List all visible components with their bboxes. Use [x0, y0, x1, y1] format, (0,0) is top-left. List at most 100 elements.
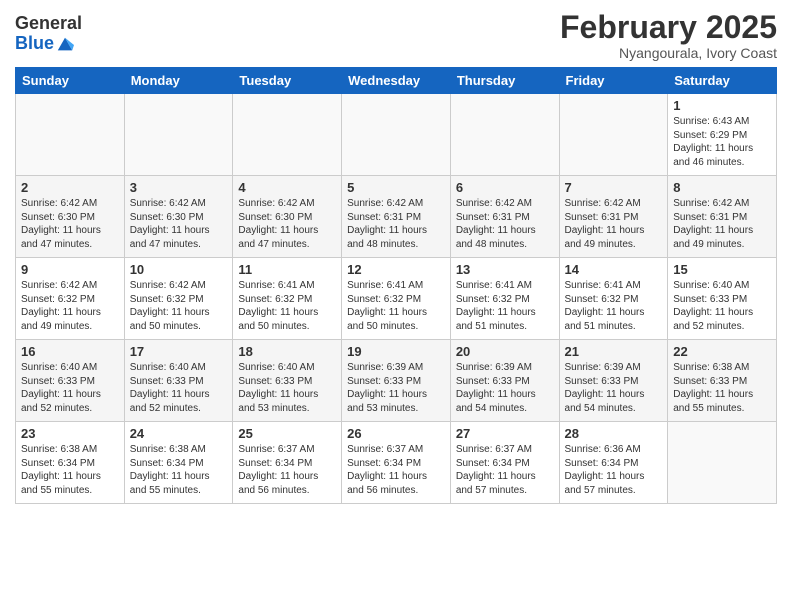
calendar-cell: 23 Sunrise: 6:38 AM Sunset: 6:34 PM Dayli…	[16, 422, 125, 504]
cell-info: Sunrise: 6:37 AM Sunset: 6:34 PM Dayligh…	[347, 443, 445, 497]
day-header-tuesday: Tuesday	[233, 68, 342, 94]
cell-info: Sunrise: 6:42 AM Sunset: 6:31 PM Dayligh…	[565, 197, 663, 251]
calendar-cell: 11 Sunrise: 6:41 AM Sunset: 6:32 PM Dayli…	[233, 258, 342, 340]
day-number: 2	[21, 180, 119, 195]
day-number: 17	[130, 344, 228, 359]
day-number: 3	[130, 180, 228, 195]
calendar-cell: 25 Sunrise: 6:37 AM Sunset: 6:34 PM Dayli…	[233, 422, 342, 504]
calendar-cell	[233, 94, 342, 176]
calendar-cell: 28 Sunrise: 6:36 AM Sunset: 6:34 PM Dayli…	[559, 422, 668, 504]
day-number: 24	[130, 426, 228, 441]
cell-info: Sunrise: 6:42 AM Sunset: 6:30 PM Dayligh…	[130, 197, 228, 251]
day-number: 5	[347, 180, 445, 195]
logo-blue-text: Blue	[15, 34, 54, 54]
day-number: 7	[565, 180, 663, 195]
day-number: 26	[347, 426, 445, 441]
calendar-cell: 2 Sunrise: 6:42 AM Sunset: 6:30 PM Daylig…	[16, 176, 125, 258]
logo-icon	[56, 36, 74, 54]
day-number: 15	[673, 262, 771, 277]
calendar-week-row: 9 Sunrise: 6:42 AM Sunset: 6:32 PM Daylig…	[16, 258, 777, 340]
calendar-cell	[668, 422, 777, 504]
day-header-friday: Friday	[559, 68, 668, 94]
calendar-cell: 24 Sunrise: 6:38 AM Sunset: 6:34 PM Dayli…	[124, 422, 233, 504]
cell-info: Sunrise: 6:41 AM Sunset: 6:32 PM Dayligh…	[456, 279, 554, 333]
cell-info: Sunrise: 6:40 AM Sunset: 6:33 PM Dayligh…	[673, 279, 771, 333]
cell-info: Sunrise: 6:40 AM Sunset: 6:33 PM Dayligh…	[21, 361, 119, 415]
day-number: 6	[456, 180, 554, 195]
cell-info: Sunrise: 6:43 AM Sunset: 6:29 PM Dayligh…	[673, 115, 771, 169]
calendar-header-row: SundayMondayTuesdayWednesdayThursdayFrid…	[16, 68, 777, 94]
day-header-thursday: Thursday	[450, 68, 559, 94]
calendar-cell: 9 Sunrise: 6:42 AM Sunset: 6:32 PM Daylig…	[16, 258, 125, 340]
day-number: 20	[456, 344, 554, 359]
day-number: 9	[21, 262, 119, 277]
cell-info: Sunrise: 6:36 AM Sunset: 6:34 PM Dayligh…	[565, 443, 663, 497]
calendar-cell: 16 Sunrise: 6:40 AM Sunset: 6:33 PM Dayli…	[16, 340, 125, 422]
day-number: 23	[21, 426, 119, 441]
day-number: 25	[238, 426, 336, 441]
day-number: 16	[21, 344, 119, 359]
calendar-cell: 3 Sunrise: 6:42 AM Sunset: 6:30 PM Daylig…	[124, 176, 233, 258]
cell-info: Sunrise: 6:39 AM Sunset: 6:33 PM Dayligh…	[456, 361, 554, 415]
calendar-cell: 7 Sunrise: 6:42 AM Sunset: 6:31 PM Daylig…	[559, 176, 668, 258]
calendar-cell: 22 Sunrise: 6:38 AM Sunset: 6:33 PM Dayli…	[668, 340, 777, 422]
day-header-wednesday: Wednesday	[342, 68, 451, 94]
calendar-cell: 26 Sunrise: 6:37 AM Sunset: 6:34 PM Dayli…	[342, 422, 451, 504]
cell-info: Sunrise: 6:42 AM Sunset: 6:30 PM Dayligh…	[238, 197, 336, 251]
calendar-cell: 12 Sunrise: 6:41 AM Sunset: 6:32 PM Dayli…	[342, 258, 451, 340]
day-number: 22	[673, 344, 771, 359]
cell-info: Sunrise: 6:39 AM Sunset: 6:33 PM Dayligh…	[565, 361, 663, 415]
day-number: 18	[238, 344, 336, 359]
calendar-cell: 5Sunrise: 6:42 AM Sunset: 6:31 PM Daylig…	[342, 176, 451, 258]
calendar-cell: 17 Sunrise: 6:40 AM Sunset: 6:33 PM Dayli…	[124, 340, 233, 422]
title-block: February 2025 Nyangourala, Ivory Coast	[560, 10, 777, 61]
day-header-sunday: Sunday	[16, 68, 125, 94]
day-number: 8	[673, 180, 771, 195]
day-number: 19	[347, 344, 445, 359]
day-number: 27	[456, 426, 554, 441]
day-header-saturday: Saturday	[668, 68, 777, 94]
calendar-cell: 15 Sunrise: 6:40 AM Sunset: 6:33 PM Dayli…	[668, 258, 777, 340]
calendar-week-row: 16 Sunrise: 6:40 AM Sunset: 6:33 PM Dayli…	[16, 340, 777, 422]
day-number: 4	[238, 180, 336, 195]
cell-info: Sunrise: 6:41 AM Sunset: 6:32 PM Dayligh…	[347, 279, 445, 333]
cell-info: Sunrise: 6:40 AM Sunset: 6:33 PM Dayligh…	[130, 361, 228, 415]
cell-info: Sunrise: 6:37 AM Sunset: 6:34 PM Dayligh…	[238, 443, 336, 497]
day-number: 11	[238, 262, 336, 277]
day-number: 21	[565, 344, 663, 359]
calendar-week-row: 23 Sunrise: 6:38 AM Sunset: 6:34 PM Dayli…	[16, 422, 777, 504]
calendar-cell: 1 Sunrise: 6:43 AM Sunset: 6:29 PM Daylig…	[668, 94, 777, 176]
calendar-cell	[16, 94, 125, 176]
calendar-cell: 6Sunrise: 6:42 AM Sunset: 6:31 PM Daylig…	[450, 176, 559, 258]
calendar-cell: 14 Sunrise: 6:41 AM Sunset: 6:32 PM Dayli…	[559, 258, 668, 340]
header: General Blue February 2025 Nyangourala, …	[15, 10, 777, 61]
cell-info: Sunrise: 6:42 AM Sunset: 6:30 PM Dayligh…	[21, 197, 119, 251]
calendar-week-row: 2 Sunrise: 6:42 AM Sunset: 6:30 PM Daylig…	[16, 176, 777, 258]
calendar-cell: 10Sunrise: 6:42 AM Sunset: 6:32 PM Dayli…	[124, 258, 233, 340]
calendar-cell: 19 Sunrise: 6:39 AM Sunset: 6:33 PM Dayli…	[342, 340, 451, 422]
cell-info: Sunrise: 6:41 AM Sunset: 6:32 PM Dayligh…	[565, 279, 663, 333]
subtitle: Nyangourala, Ivory Coast	[560, 45, 777, 61]
cell-info: Sunrise: 6:42 AM Sunset: 6:32 PM Dayligh…	[21, 279, 119, 333]
calendar-week-row: 1 Sunrise: 6:43 AM Sunset: 6:29 PM Daylig…	[16, 94, 777, 176]
day-number: 28	[565, 426, 663, 441]
day-number: 1	[673, 98, 771, 113]
calendar-cell	[450, 94, 559, 176]
cell-info: Sunrise: 6:39 AM Sunset: 6:33 PM Dayligh…	[347, 361, 445, 415]
cell-info: Sunrise: 6:38 AM Sunset: 6:34 PM Dayligh…	[21, 443, 119, 497]
cell-info: Sunrise: 6:42 AM Sunset: 6:32 PM Dayligh…	[130, 279, 228, 333]
calendar-cell: 18Sunrise: 6:40 AM Sunset: 6:33 PM Dayli…	[233, 340, 342, 422]
cell-info: Sunrise: 6:38 AM Sunset: 6:33 PM Dayligh…	[673, 361, 771, 415]
logo-general-text: General	[15, 14, 82, 34]
calendar-cell: 21 Sunrise: 6:39 AM Sunset: 6:33 PM Dayli…	[559, 340, 668, 422]
calendar-cell	[559, 94, 668, 176]
day-number: 13	[456, 262, 554, 277]
logo: General Blue	[15, 14, 82, 54]
day-number: 14	[565, 262, 663, 277]
cell-info: Sunrise: 6:41 AM Sunset: 6:32 PM Dayligh…	[238, 279, 336, 333]
month-title: February 2025	[560, 10, 777, 45]
calendar-cell: 20 Sunrise: 6:39 AM Sunset: 6:33 PM Dayli…	[450, 340, 559, 422]
day-number: 12	[347, 262, 445, 277]
cell-info: Sunrise: 6:38 AM Sunset: 6:34 PM Dayligh…	[130, 443, 228, 497]
calendar-cell: 8Sunrise: 6:42 AM Sunset: 6:31 PM Daylig…	[668, 176, 777, 258]
